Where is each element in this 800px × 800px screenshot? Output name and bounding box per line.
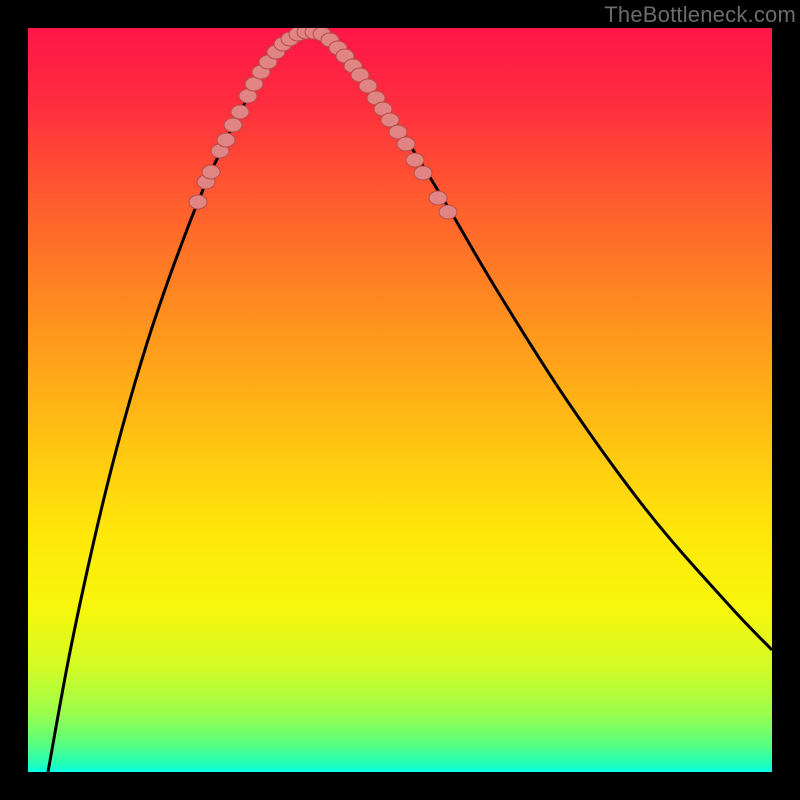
watermark: TheBottleneck.com xyxy=(604,2,796,28)
marker-dot xyxy=(439,205,457,219)
frame-border-bottom xyxy=(0,772,800,800)
curve-markers xyxy=(189,28,457,219)
marker-dot xyxy=(217,133,235,147)
marker-dot xyxy=(224,118,242,132)
marker-dot xyxy=(429,191,447,205)
marker-dot xyxy=(202,165,220,179)
marker-dot xyxy=(231,105,249,119)
marker-dot xyxy=(397,137,415,151)
marker-dot xyxy=(414,166,432,180)
frame-border-left xyxy=(0,0,28,800)
marker-dot xyxy=(189,195,207,209)
marker-dot xyxy=(406,153,424,167)
chart-svg xyxy=(28,28,772,772)
frame-border-right xyxy=(772,0,800,800)
